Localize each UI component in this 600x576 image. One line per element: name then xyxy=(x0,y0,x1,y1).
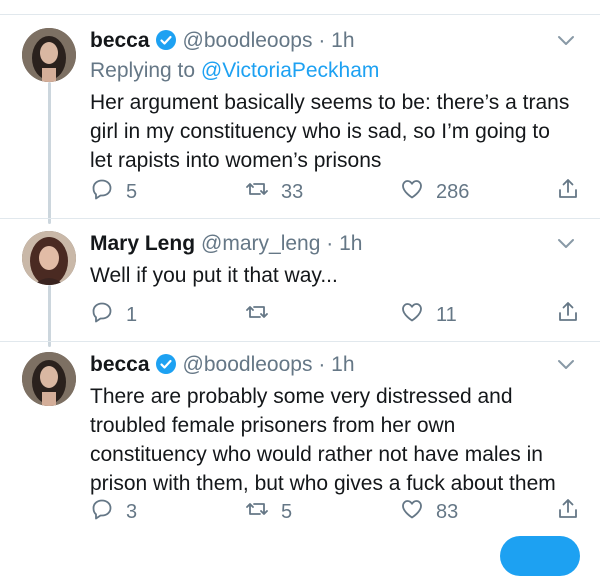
replying-to-label: Replying to xyxy=(90,59,196,82)
timestamp[interactable]: 1h xyxy=(339,232,362,255)
chevron-down-icon[interactable] xyxy=(556,237,576,251)
like-button[interactable]: 83 xyxy=(400,498,458,526)
separator-dot: · xyxy=(318,353,326,376)
reply-button[interactable]: 3 xyxy=(90,498,137,526)
tweet[interactable]: becca @boodleoops · 1h There are probably… xyxy=(0,352,600,537)
separator-dot: · xyxy=(326,232,334,255)
display-name[interactable]: becca xyxy=(90,29,150,52)
avatar[interactable] xyxy=(22,231,76,285)
like-button[interactable]: 286 xyxy=(400,178,469,206)
display-name[interactable]: becca xyxy=(90,353,150,376)
tweet-actions: 5 33 286 xyxy=(90,178,590,206)
like-count: 11 xyxy=(436,303,457,326)
compose-button[interactable] xyxy=(500,536,580,576)
retweet-icon xyxy=(245,177,269,207)
reply-icon xyxy=(90,497,114,527)
tweet[interactable]: Mary Leng @mary_leng · 1h Well if you put… xyxy=(0,231,600,341)
share-button[interactable] xyxy=(556,178,580,206)
tweet-actions: 1 11 xyxy=(90,301,590,329)
tweet-text: Well if you put it that way... xyxy=(90,264,338,287)
user-handle[interactable]: @boodleoops xyxy=(183,29,313,52)
like-count: 286 xyxy=(436,180,470,203)
retweet-count: 5 xyxy=(281,500,293,523)
reply-button[interactable]: 5 xyxy=(90,178,137,206)
verified-badge-icon xyxy=(155,29,177,51)
like-icon xyxy=(400,497,424,527)
retweet-count: 33 xyxy=(281,180,304,203)
tweet-actions: 3 5 83 xyxy=(90,498,590,526)
retweet-button[interactable]: 33 xyxy=(245,178,303,206)
reply-count: 3 xyxy=(126,500,138,523)
retweet-button[interactable] xyxy=(245,301,281,329)
chevron-down-icon[interactable] xyxy=(556,34,576,48)
separator-dot: · xyxy=(318,29,326,52)
timestamp[interactable]: 1h xyxy=(331,29,354,52)
avatar[interactable] xyxy=(22,352,76,406)
reply-icon xyxy=(90,177,114,207)
retweet-icon xyxy=(245,497,269,527)
retweet-button[interactable]: 5 xyxy=(245,498,292,526)
reply-button[interactable]: 1 xyxy=(90,301,137,329)
share-icon xyxy=(556,300,580,330)
chevron-down-icon[interactable] xyxy=(556,358,576,372)
replying-to-line: Replying to @VictoriaPeckham xyxy=(90,58,379,84)
share-button[interactable] xyxy=(556,301,580,329)
like-button[interactable]: 11 xyxy=(400,301,457,329)
user-handle[interactable]: @boodleoops xyxy=(183,353,313,376)
share-button[interactable] xyxy=(556,498,580,526)
like-icon xyxy=(400,177,424,207)
replying-to-link[interactable]: @VictoriaPeckham xyxy=(201,59,380,82)
retweet-icon xyxy=(245,300,269,330)
verified-badge-icon xyxy=(155,353,177,375)
top-divider xyxy=(0,14,600,15)
tweet-divider xyxy=(0,218,600,219)
share-icon xyxy=(556,497,580,527)
tweet-text: Her argument basically seems to be: ther… xyxy=(90,91,570,172)
reply-count: 5 xyxy=(126,180,138,203)
tweet-header: Mary Leng @mary_leng · 1h xyxy=(90,231,362,257)
like-icon xyxy=(400,300,424,330)
tweet-divider xyxy=(0,341,600,342)
user-handle[interactable]: @mary_leng xyxy=(201,232,320,255)
tweet-header: becca @boodleoops · 1h xyxy=(90,352,355,378)
avatar[interactable] xyxy=(22,28,76,82)
display-name[interactable]: Mary Leng xyxy=(90,232,195,255)
tweet[interactable]: becca @boodleoops · 1h Replying to @Victo… xyxy=(0,28,600,218)
tweet-header: becca @boodleoops · 1h xyxy=(90,28,355,54)
reply-count: 1 xyxy=(126,303,138,326)
reply-icon xyxy=(90,300,114,330)
timestamp[interactable]: 1h xyxy=(331,353,354,376)
like-count: 83 xyxy=(436,500,459,523)
share-icon xyxy=(556,177,580,207)
tweet-text: There are probably some very distressed … xyxy=(90,385,556,495)
